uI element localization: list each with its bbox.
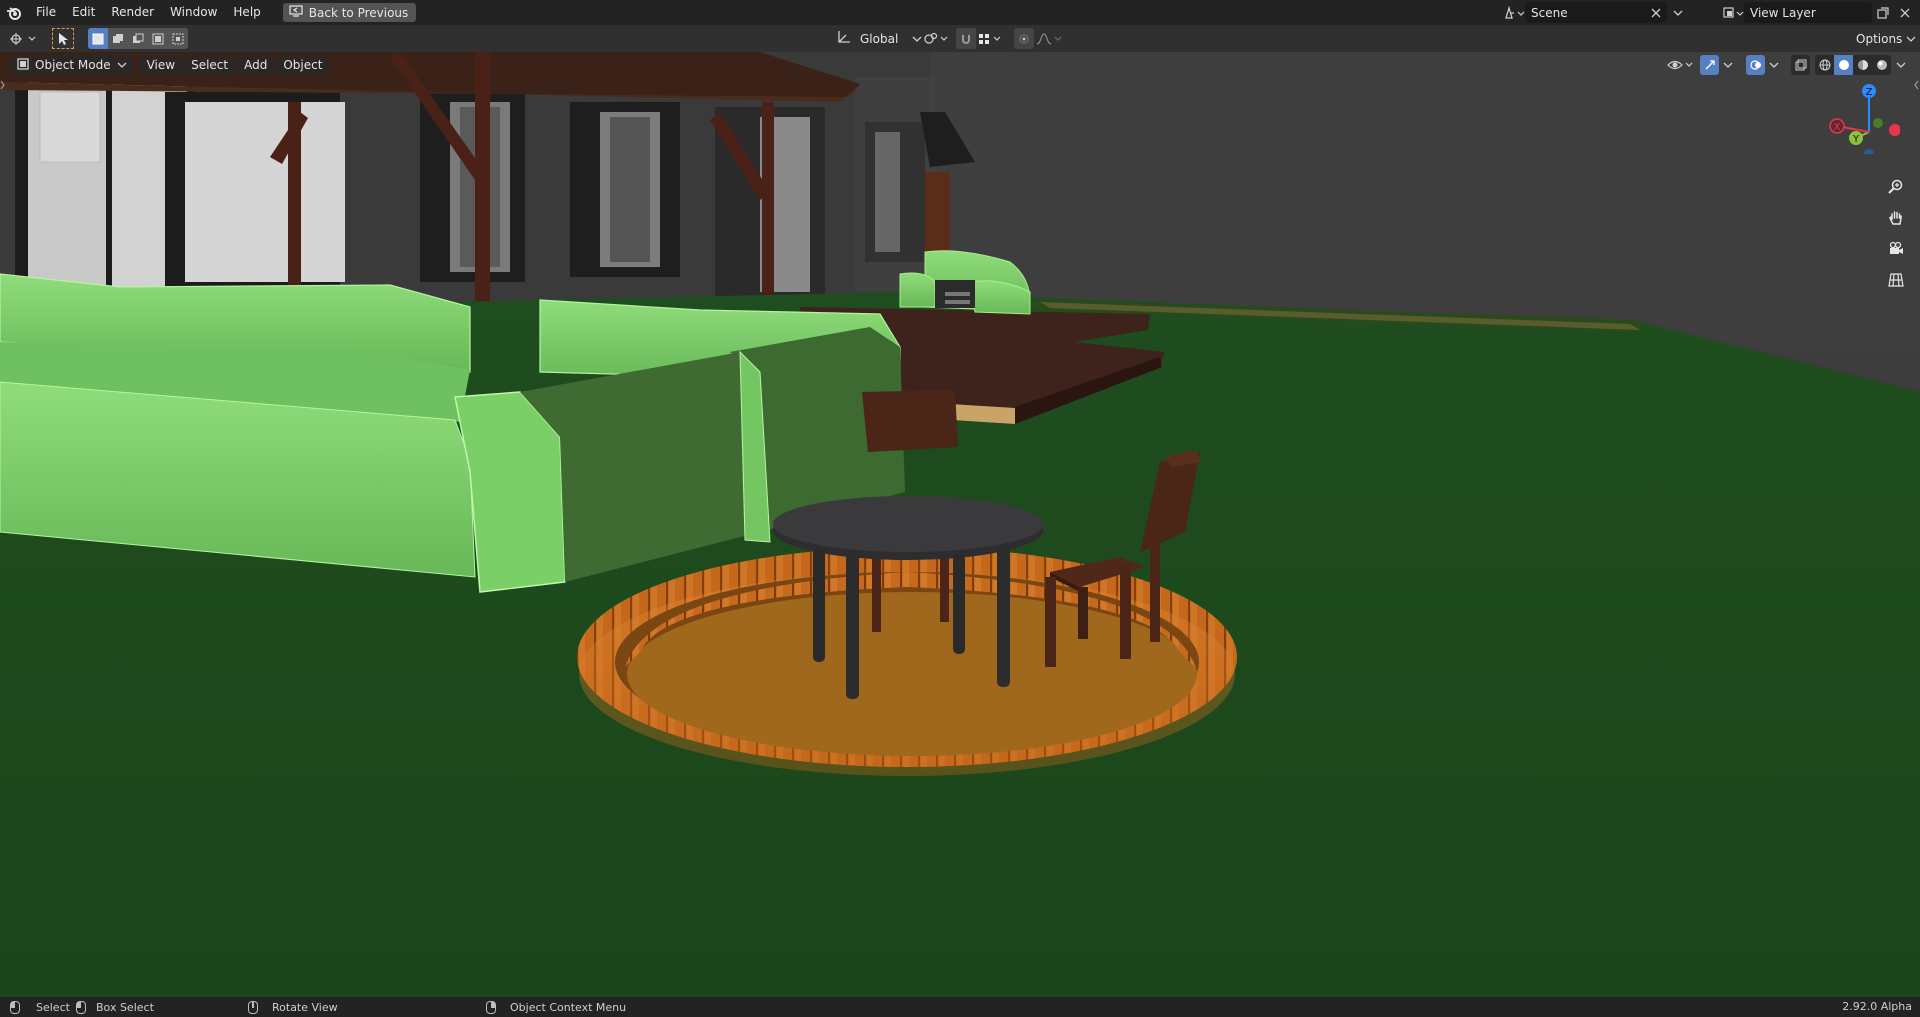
status-rotate-view-label: Rotate View xyxy=(272,1000,338,1014)
gizmo-y-label: Y xyxy=(1852,134,1860,145)
visibility-dropdown[interactable] xyxy=(1666,55,1696,75)
shading-options-chevron-icon[interactable] xyxy=(1896,55,1906,75)
status-select-label: Select xyxy=(36,1000,70,1014)
top-menu-bar: File Edit Render Window Help Back to Pre… xyxy=(0,0,1920,25)
status-context-menu-label: Object Context Menu xyxy=(510,1000,627,1014)
viewport-menu-object[interactable]: Object xyxy=(276,55,330,75)
sidebar-expand-arrow-icon[interactable] xyxy=(1912,78,1920,92)
perspective-grid-icon[interactable] xyxy=(1882,267,1910,292)
view-layer-close-icon[interactable] xyxy=(1894,2,1916,23)
navigation-gizmo[interactable]: X Z Y xyxy=(1820,74,1901,159)
version-label: 2.92.0 Alpha xyxy=(1842,1000,1912,1013)
object-mode-label: Object Mode xyxy=(35,58,111,72)
mouse-left-icon xyxy=(10,1000,20,1014)
status-bar: Select Box Select Rotate View Object Con… xyxy=(0,997,1920,1017)
snapping-group xyxy=(956,28,1006,49)
proportional-falloff-icon[interactable] xyxy=(1034,28,1064,49)
status-rotate-view: Rotate View xyxy=(248,997,338,1017)
mouse-drag-icon xyxy=(76,1000,86,1014)
view-layer-icon[interactable] xyxy=(1722,2,1744,23)
gizmo-neg-y xyxy=(1873,118,1883,128)
status-box-select-label: Box Select xyxy=(96,1000,154,1014)
menu-window[interactable]: Window xyxy=(162,0,225,25)
proportional-editing-group xyxy=(1014,28,1064,49)
scene-name: Scene xyxy=(1531,5,1568,20)
view-layer-name: View Layer xyxy=(1750,5,1816,20)
viewport-menu-add[interactable]: Add xyxy=(237,55,275,75)
transform-orientation-chevron-icon xyxy=(912,32,922,46)
viewport-scene-render[interactable] xyxy=(0,52,1920,997)
navigation-tools xyxy=(1882,174,1910,292)
scene-selector: Scene xyxy=(1503,2,1689,23)
shading-mode-group xyxy=(1815,55,1891,75)
transform-orientation-label: Global xyxy=(860,31,899,46)
proportional-edit-icon[interactable] xyxy=(1014,28,1034,49)
editor-type-button[interactable] xyxy=(8,28,40,49)
options-dropdown[interactable]: Options xyxy=(1850,28,1920,49)
viewport-header: Object Mode View Select Add Object xyxy=(0,52,1920,78)
back-to-previous-label: Back to Previous xyxy=(308,5,409,20)
options-label: Options xyxy=(1856,31,1903,46)
gizmo-z-label: Z xyxy=(1866,87,1873,98)
pan-hand-icon[interactable] xyxy=(1882,205,1910,230)
status-box-select: Box Select xyxy=(76,997,154,1017)
selection-mode-segment xyxy=(88,28,188,49)
viewport-menu-view[interactable]: View xyxy=(139,55,183,75)
overlay-dropdown-chevron-icon[interactable] xyxy=(1765,61,1783,69)
mouse-middle-icon xyxy=(248,1000,258,1014)
select-extend-icon[interactable] xyxy=(108,28,128,49)
overlay-toggle-icon[interactable] xyxy=(1746,55,1765,75)
xray-toggle-icon[interactable] xyxy=(1791,55,1810,75)
select-intersect-icon[interactable] xyxy=(168,28,188,49)
options-chevron-icon xyxy=(1906,32,1916,46)
3d-viewport[interactable]: Object Mode View Select Add Object X Z Y xyxy=(0,52,1920,997)
view-layer-selector: View Layer xyxy=(1722,2,1916,23)
shading-solid-icon[interactable] xyxy=(1834,55,1853,75)
object-mode-dropdown[interactable]: Object Mode xyxy=(10,55,134,75)
scene-icon[interactable] xyxy=(1503,2,1525,23)
select-new-icon[interactable] xyxy=(88,28,108,49)
gizmo-neg-z xyxy=(1864,149,1874,159)
status-context-menu: Object Context Menu xyxy=(486,997,626,1017)
toolbar-expand-arrow-icon[interactable] xyxy=(0,78,6,92)
view-layer-new-icon[interactable] xyxy=(1872,2,1894,23)
pivot-point-dropdown[interactable] xyxy=(922,28,952,49)
gizmo-x-label: X xyxy=(1834,122,1841,133)
gizmo-dropdown-chevron-icon[interactable] xyxy=(1719,61,1737,69)
select-subtract-icon[interactable] xyxy=(128,28,148,49)
select-tool-cursor-icon[interactable] xyxy=(52,28,74,49)
zoom-magnifier-icon[interactable] xyxy=(1882,174,1910,199)
overlay-toggle-group xyxy=(1746,55,1783,75)
scene-close-icon[interactable] xyxy=(1645,2,1667,23)
menu-render[interactable]: Render xyxy=(103,0,162,25)
object-mode-chevron-icon xyxy=(117,58,127,72)
transform-orientation-icon xyxy=(836,29,852,48)
view-layer-name-field[interactable]: View Layer xyxy=(1744,2,1872,23)
gizmo-neg-x-red xyxy=(1889,124,1901,136)
status-select: Select xyxy=(10,997,70,1017)
mouse-right-icon xyxy=(486,1000,496,1014)
gizmo-toggle-icon[interactable] xyxy=(1700,55,1719,75)
menu-edit[interactable]: Edit xyxy=(64,0,103,25)
shading-wireframe-icon[interactable] xyxy=(1815,55,1834,75)
select-invert-icon[interactable] xyxy=(148,28,168,49)
shading-rendered-icon[interactable] xyxy=(1872,55,1891,75)
menu-help[interactable]: Help xyxy=(225,0,268,25)
viewport-menu-select[interactable]: Select xyxy=(184,55,236,75)
scene-dropdown-chevron-icon[interactable] xyxy=(1667,2,1689,23)
menu-file[interactable]: File xyxy=(28,0,64,25)
tool-settings-header: Global Options xyxy=(0,25,1920,52)
back-to-previous-button[interactable]: Back to Previous xyxy=(282,3,417,22)
gizmo-toggle-group xyxy=(1700,55,1737,75)
transform-orientation-dropdown[interactable]: Global xyxy=(836,28,922,49)
camera-view-icon[interactable] xyxy=(1882,236,1910,261)
fire-pit[interactable] xyxy=(577,547,1237,776)
shading-material-icon[interactable] xyxy=(1853,55,1872,75)
snap-target-grid-icon[interactable] xyxy=(976,28,1006,49)
back-screen-icon xyxy=(289,5,303,20)
object-mode-icon xyxy=(17,57,29,73)
snap-toggle-magnet-icon[interactable] xyxy=(956,28,976,49)
blender-logo-icon[interactable] xyxy=(0,0,28,25)
